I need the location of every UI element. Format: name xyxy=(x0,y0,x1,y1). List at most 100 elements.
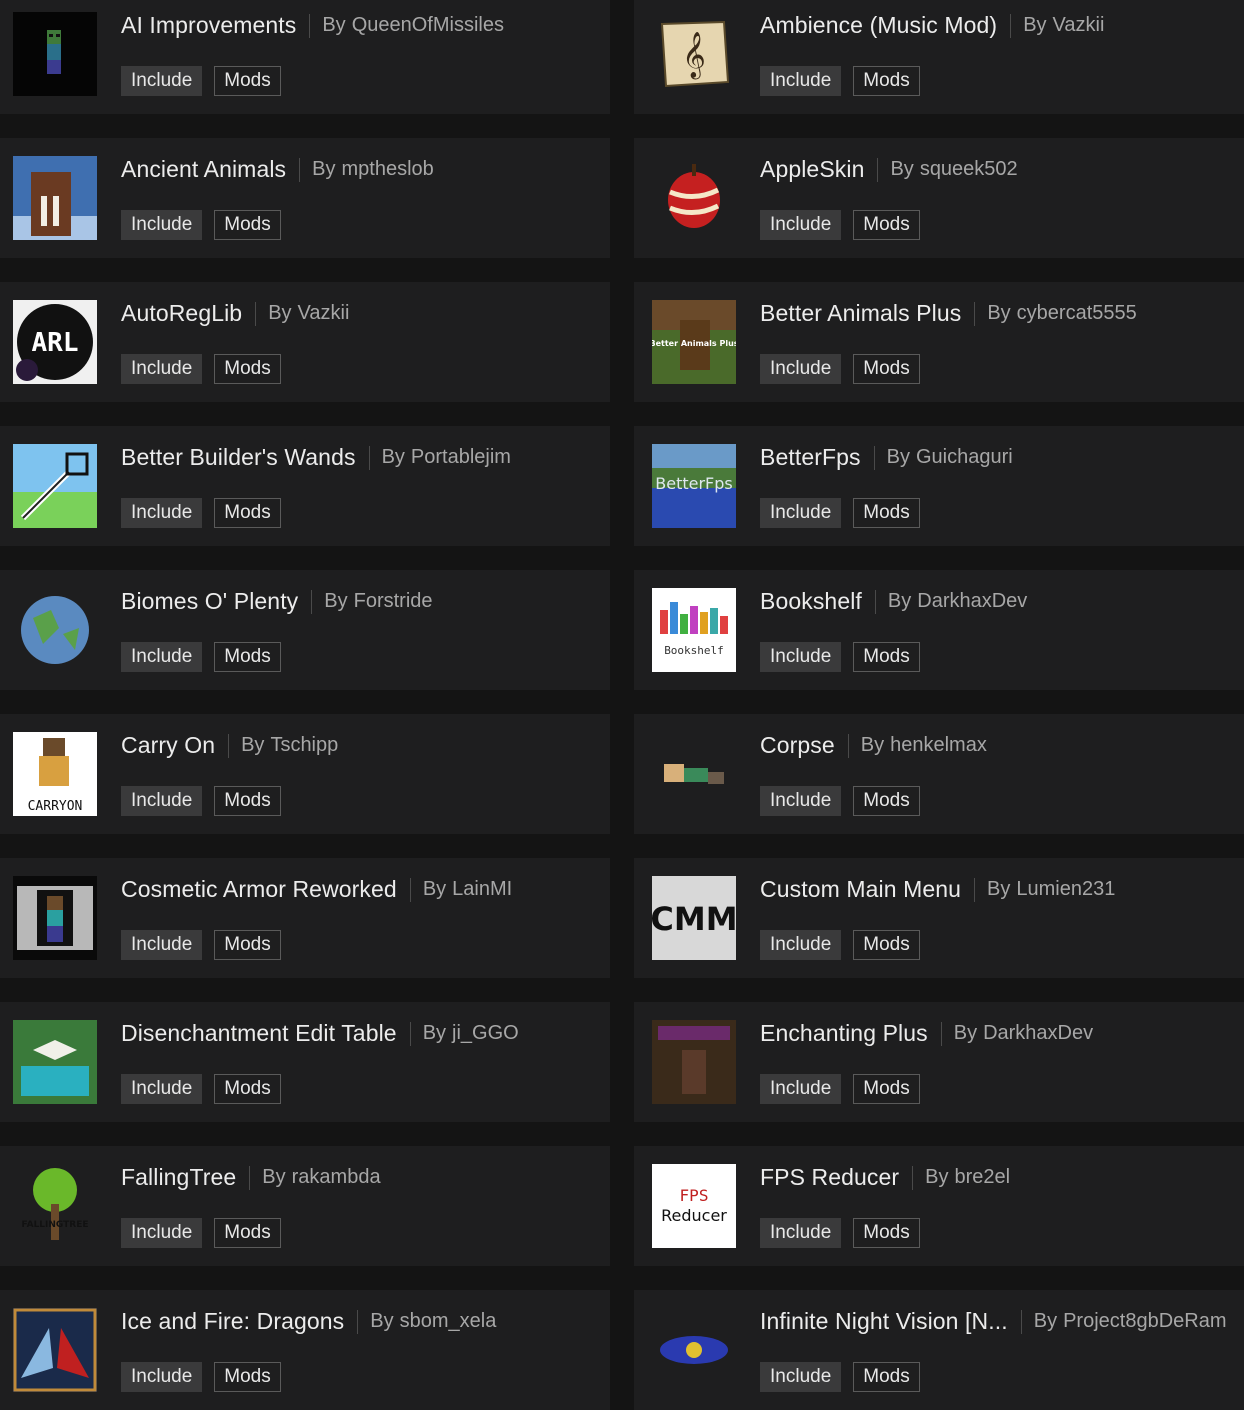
mod-card-13[interactable]: CMM Custom Main Menu By Lumien231 Includ… xyxy=(634,858,1244,978)
mod-card-17[interactable]: FPS Reducer FPS Reducer By bre2el Includ… xyxy=(634,1146,1244,1266)
mod-author[interactable]: Vazkii xyxy=(298,302,350,325)
tag-include[interactable]: Include xyxy=(760,786,842,816)
mod-name[interactable]: Better Animals Plus xyxy=(760,300,961,327)
betterfps-icon[interactable]: BetterFps xyxy=(652,444,736,528)
mod-author[interactable]: LainMI xyxy=(452,878,512,901)
dragons-icon[interactable] xyxy=(13,1308,97,1392)
arl-logo-icon[interactable]: ARL xyxy=(13,300,97,384)
mod-card-19[interactable]: Infinite Night Vision [N... By Project8g… xyxy=(634,1290,1244,1410)
mod-name[interactable]: Ice and Fire: Dragons xyxy=(121,1308,344,1335)
tag-mods[interactable]: Mods xyxy=(853,1074,920,1104)
mod-name[interactable]: AI Improvements xyxy=(121,12,296,39)
tag-include[interactable]: Include xyxy=(760,1218,842,1248)
tag-include[interactable]: Include xyxy=(121,1218,203,1248)
mod-card-15[interactable]: Enchanting Plus By DarkhaxDev Include Mo… xyxy=(634,1002,1244,1122)
mod-card-10[interactable]: CARRYON Carry On By Tschipp Include Mods xyxy=(0,714,610,834)
mod-name[interactable]: Custom Main Menu xyxy=(760,876,961,903)
tag-include[interactable]: Include xyxy=(760,210,842,240)
corpse-icon[interactable] xyxy=(652,732,736,816)
tag-include[interactable]: Include xyxy=(121,354,203,384)
mod-author[interactable]: QueenOfMissiles xyxy=(352,14,504,37)
wand-icon[interactable] xyxy=(13,444,97,528)
tag-mods[interactable]: Mods xyxy=(853,354,920,384)
mod-name[interactable]: AppleSkin xyxy=(760,156,864,183)
mod-name[interactable]: AutoRegLib xyxy=(121,300,242,327)
mod-name[interactable]: Carry On xyxy=(121,732,215,759)
better-animals-icon[interactable]: Better Animals Plus xyxy=(652,300,736,384)
tag-include[interactable]: Include xyxy=(121,786,203,816)
mod-author[interactable]: Project8gbDeRam xyxy=(1063,1310,1226,1333)
tag-mods[interactable]: Mods xyxy=(214,498,281,528)
enchanting-plus-icon[interactable] xyxy=(652,1020,736,1104)
tag-mods[interactable]: Mods xyxy=(214,1074,281,1104)
mod-author[interactable]: Portablejim xyxy=(411,446,511,469)
mod-author[interactable]: sbom_xela xyxy=(400,1310,497,1333)
mod-author[interactable]: henkelmax xyxy=(890,734,987,757)
tag-mods[interactable]: Mods xyxy=(214,1218,281,1248)
tag-mods[interactable]: Mods xyxy=(853,1362,920,1392)
tag-include[interactable]: Include xyxy=(760,642,842,672)
tag-mods[interactable]: Mods xyxy=(853,1218,920,1248)
mod-card-12[interactable]: Cosmetic Armor Reworked By LainMI Includ… xyxy=(0,858,610,978)
apple-peel-icon[interactable] xyxy=(652,156,736,240)
tag-mods[interactable]: Mods xyxy=(214,1362,281,1392)
mod-card-6[interactable]: Better Builder's Wands By Portablejim In… xyxy=(0,426,610,546)
mod-author[interactable]: Guichaguri xyxy=(916,446,1013,469)
tag-include[interactable]: Include xyxy=(760,66,842,96)
tag-mods[interactable]: Mods xyxy=(853,66,920,96)
tag-include[interactable]: Include xyxy=(121,642,203,672)
tag-include[interactable]: Include xyxy=(760,1074,842,1104)
mod-card-11[interactable]: Corpse By henkelmax Include Mods xyxy=(634,714,1244,834)
tag-include[interactable]: Include xyxy=(121,66,203,96)
mod-author[interactable]: mptheslob xyxy=(341,158,433,181)
mod-author[interactable]: ji_GGO xyxy=(452,1022,519,1045)
mod-author[interactable]: Lumien231 xyxy=(1016,878,1115,901)
tag-mods[interactable]: Mods xyxy=(214,210,281,240)
armor-inventory-icon[interactable] xyxy=(13,876,97,960)
mammoth-icon[interactable] xyxy=(13,156,97,240)
tag-include[interactable]: Include xyxy=(760,930,842,960)
tag-mods[interactable]: Mods xyxy=(214,354,281,384)
mod-name[interactable]: Infinite Night Vision [N... xyxy=(760,1308,1008,1335)
mod-author[interactable]: Tschipp xyxy=(270,734,338,757)
mod-card-4[interactable]: ARL AutoRegLib By Vazkii Include Mods xyxy=(0,282,610,402)
tag-include[interactable]: Include xyxy=(121,498,203,528)
mod-name[interactable]: Ambience (Music Mod) xyxy=(760,12,997,39)
tag-mods[interactable]: Mods xyxy=(853,642,920,672)
mod-card-18[interactable]: Ice and Fire: Dragons By sbom_xela Inclu… xyxy=(0,1290,610,1410)
mod-name[interactable]: Biomes O' Plenty xyxy=(121,588,298,615)
fps-reducer-icon[interactable]: FPS Reducer xyxy=(652,1164,736,1248)
mod-card-8[interactable]: Biomes O' Plenty By Forstride Include Mo… xyxy=(0,570,610,690)
tag-include[interactable]: Include xyxy=(760,354,842,384)
mod-author[interactable]: cybercat5555 xyxy=(1017,302,1137,325)
enchant-table-icon[interactable] xyxy=(13,1020,97,1104)
mod-name[interactable]: FallingTree xyxy=(121,1164,236,1191)
mod-name[interactable]: Ancient Animals xyxy=(121,156,286,183)
tag-mods[interactable]: Mods xyxy=(853,786,920,816)
tag-mods[interactable]: Mods xyxy=(214,930,281,960)
mod-name[interactable]: BetterFps xyxy=(760,444,861,471)
mod-name[interactable]: Cosmetic Armor Reworked xyxy=(121,876,397,903)
tag-include[interactable]: Include xyxy=(121,210,203,240)
globe-icon[interactable] xyxy=(13,588,97,672)
tag-mods[interactable]: Mods xyxy=(214,642,281,672)
mod-card-3[interactable]: AppleSkin By squeek502 Include Mods xyxy=(634,138,1244,258)
mod-name[interactable]: Better Builder's Wands xyxy=(121,444,356,471)
mod-name[interactable]: FPS Reducer xyxy=(760,1164,899,1191)
mod-author[interactable]: bre2el xyxy=(955,1166,1011,1189)
mod-card-16[interactable]: FALLINGTREE FallingTree By rakambda Incl… xyxy=(0,1146,610,1266)
carry-on-icon[interactable]: CARRYON xyxy=(13,732,97,816)
tag-include[interactable]: Include xyxy=(760,1362,842,1392)
bookshelf-icon[interactable]: Bookshelf xyxy=(652,588,736,672)
tag-include[interactable]: Include xyxy=(760,498,842,528)
tag-mods[interactable]: Mods xyxy=(853,498,920,528)
mod-card-0[interactable]: AI Improvements By QueenOfMissiles Inclu… xyxy=(0,0,610,114)
mod-card-2[interactable]: Ancient Animals By mptheslob Include Mod… xyxy=(0,138,610,258)
mod-author[interactable]: Forstride xyxy=(354,590,433,613)
tag-mods[interactable]: Mods xyxy=(853,210,920,240)
night-vision-eye-icon[interactable] xyxy=(652,1308,736,1392)
tag-mods[interactable]: Mods xyxy=(214,786,281,816)
mod-name[interactable]: Disenchantment Edit Table xyxy=(121,1020,397,1047)
tag-include[interactable]: Include xyxy=(121,1074,203,1104)
mod-card-9[interactable]: Bookshelf Bookshelf By DarkhaxDev Includ… xyxy=(634,570,1244,690)
